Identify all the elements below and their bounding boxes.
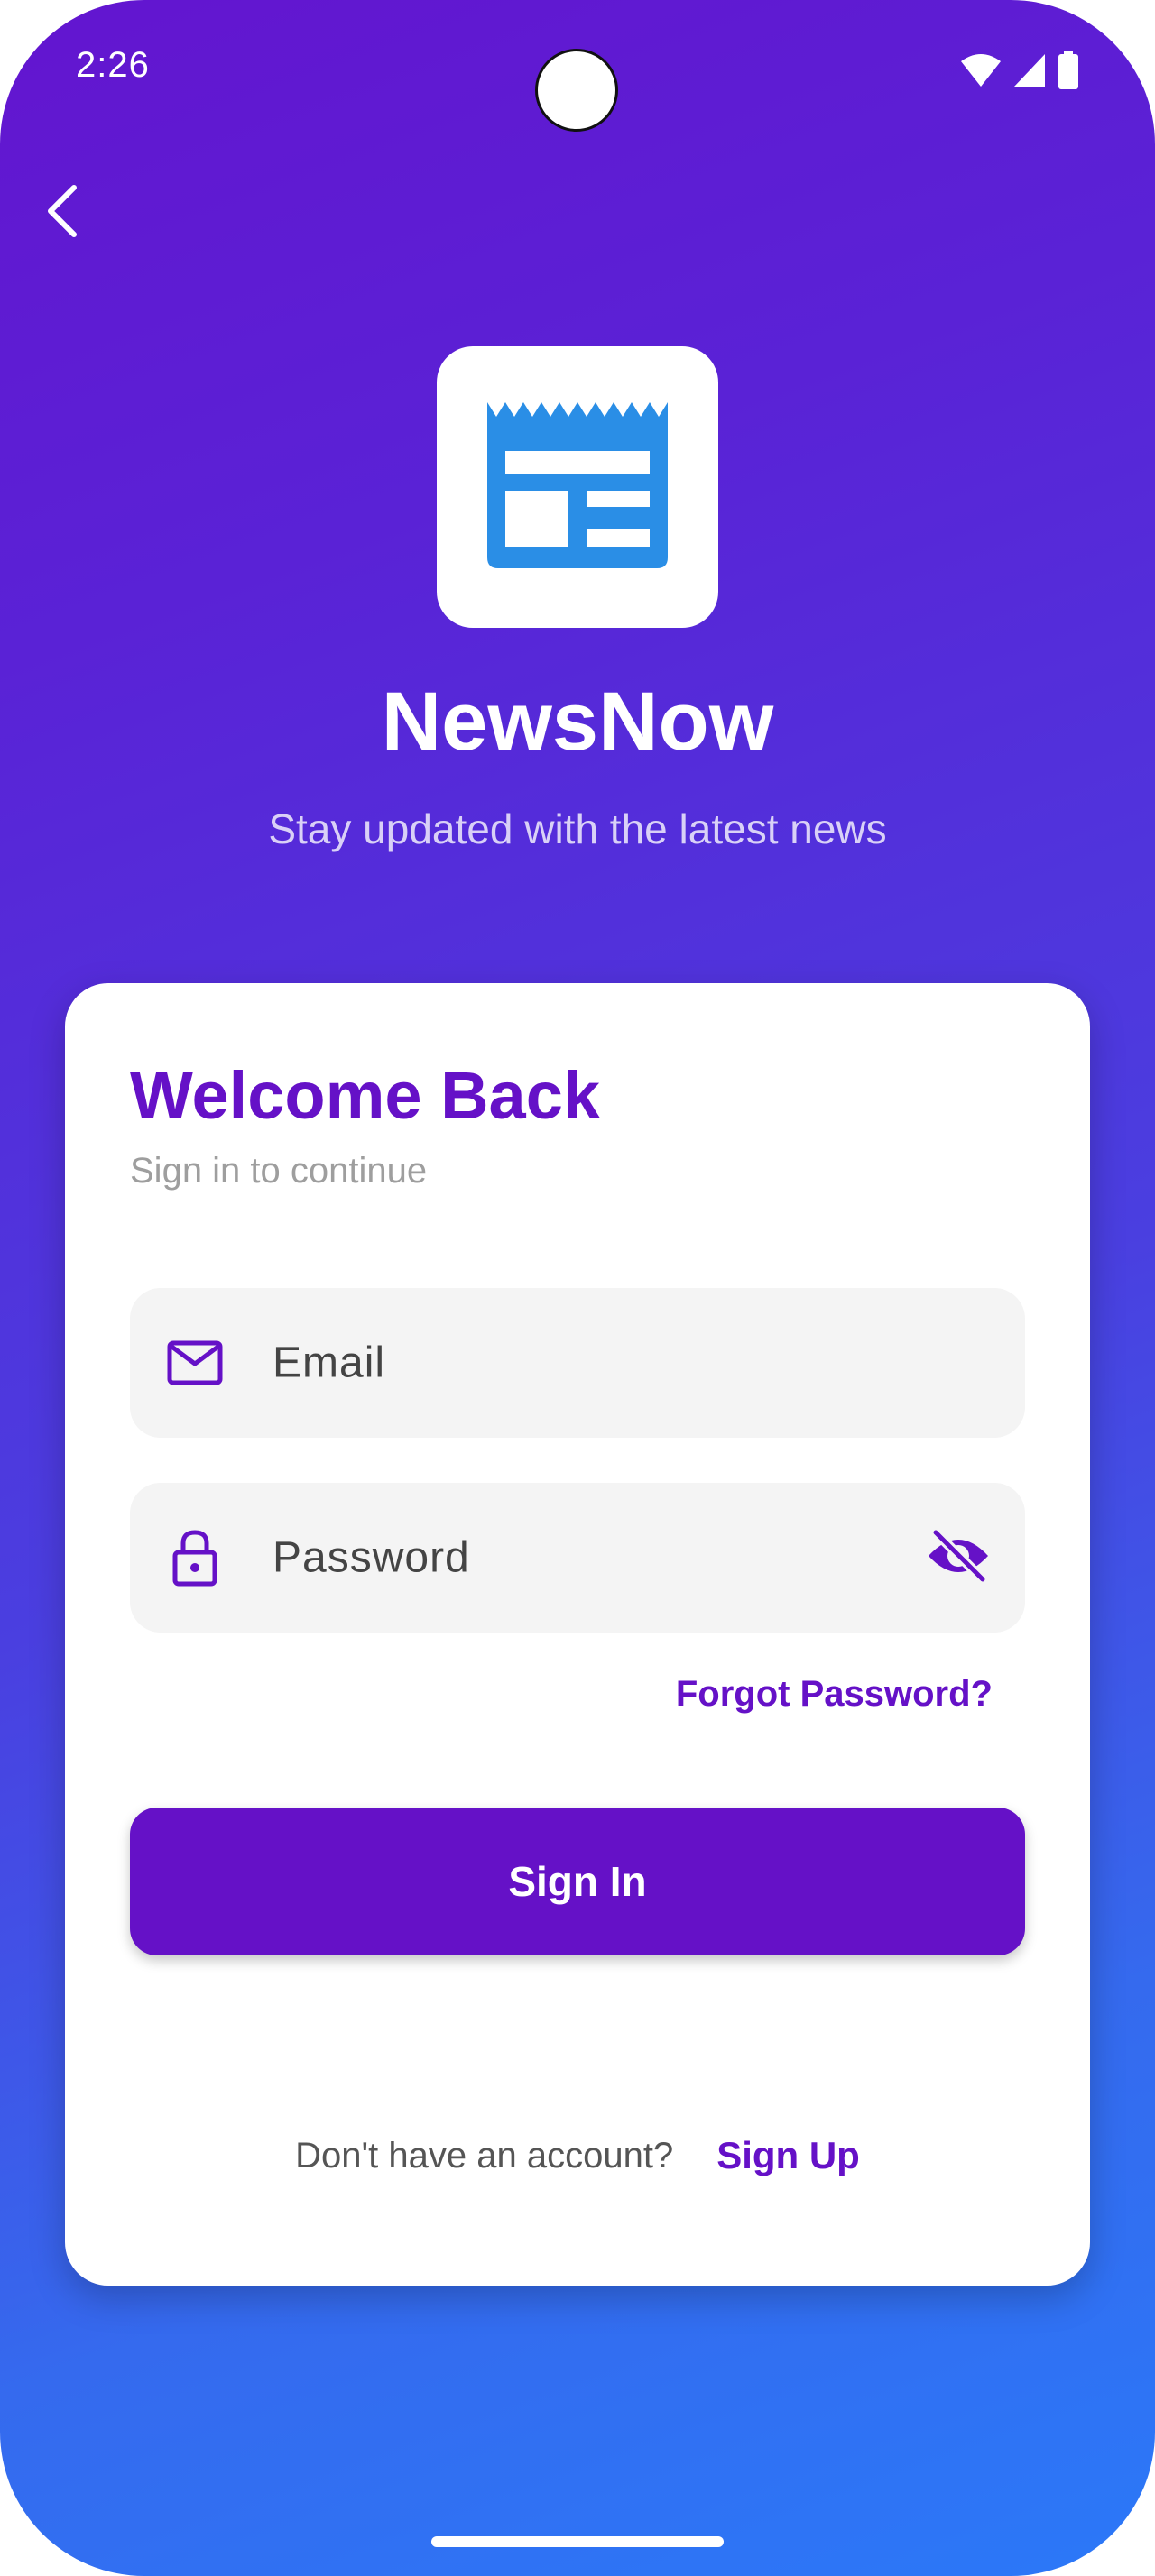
welcome-title: Welcome Back xyxy=(130,1058,600,1133)
chevron-left-icon xyxy=(42,182,81,244)
password-visibility-toggle[interactable] xyxy=(924,1523,993,1592)
app-logo xyxy=(437,346,718,628)
app-tagline: Stay updated with the latest news xyxy=(268,805,887,852)
status-time: 2:26 xyxy=(76,45,150,85)
email-field[interactable]: Email xyxy=(130,1288,1025,1438)
status-bar: 2:26 xyxy=(0,0,1155,135)
password-label: Password xyxy=(273,1533,470,1582)
home-indicator[interactable] xyxy=(431,2536,724,2547)
mail-icon xyxy=(164,1332,226,1394)
battery-icon xyxy=(1058,51,1079,95)
password-field[interactable]: Password xyxy=(130,1483,1025,1633)
eye-off-icon xyxy=(927,1527,990,1587)
email-label: Email xyxy=(273,1339,386,1387)
wifi-icon xyxy=(960,52,1002,93)
sign-in-button[interactable]: Sign In xyxy=(130,1808,1025,1955)
login-card: Welcome Back Sign in to continue Email P… xyxy=(65,983,1090,2286)
lock-icon xyxy=(164,1527,226,1588)
signup-prompt: Don't have an account? xyxy=(295,2135,674,2176)
signal-icon xyxy=(1012,52,1047,93)
phone-screen: 2:26 NewsNow Stay updated with the lates… xyxy=(0,0,1155,2576)
sign-up-link[interactable]: Sign Up xyxy=(716,2134,860,2177)
status-icons xyxy=(960,51,1079,95)
app-name: NewsNow xyxy=(381,676,774,768)
newspaper-icon xyxy=(487,401,668,573)
welcome-subtitle: Sign in to continue xyxy=(130,1151,428,1191)
signup-row: Don't have an account? Sign Up xyxy=(65,2134,1090,2177)
back-button[interactable] xyxy=(36,180,87,245)
front-camera xyxy=(535,49,618,132)
forgot-password-link[interactable]: Forgot Password? xyxy=(676,1674,993,1715)
